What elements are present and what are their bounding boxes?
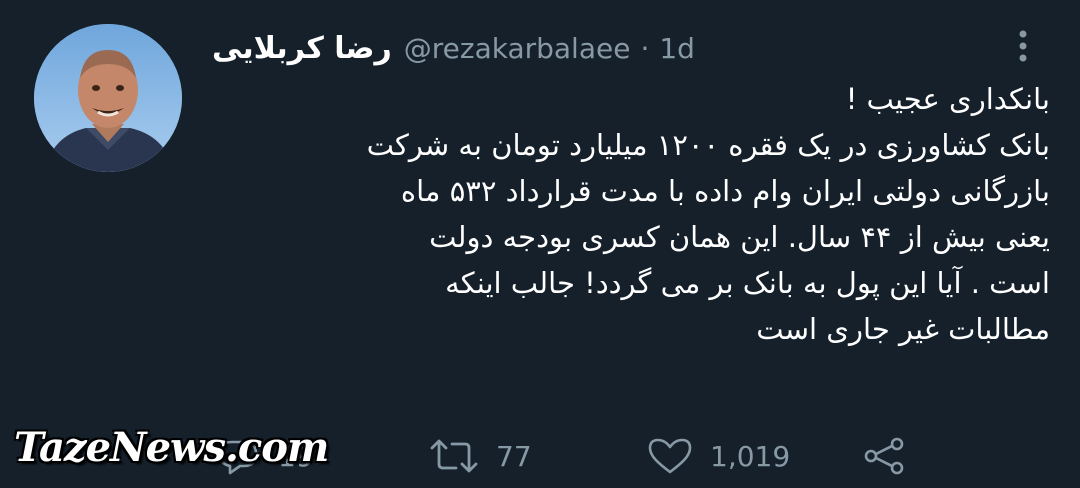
avatar[interactable] [34, 24, 182, 172]
tweet-text: بانکداری عجیب ! بانک کشاورزی در یک فقره … [250, 76, 1050, 352]
tweet-line: است . آیا این پول به بانک بر می گردد! جا… [445, 266, 1050, 300]
like-count: 1,019 [710, 439, 791, 473]
user-handle[interactable]: @rezakarbalaee [404, 32, 631, 65]
tweet-line: بانکداری عجیب ! [845, 82, 1050, 116]
tweet-card[interactable]: رضا کربلایی @rezakarbalaee · 1d بانکداری… [0, 0, 1080, 488]
avatar-photo [34, 24, 182, 172]
retweet-count: 77 [496, 439, 532, 473]
tweet-header: رضا کربلایی @rezakarbalaee · 1d [200, 26, 695, 70]
display-name[interactable]: رضا کربلایی [212, 31, 392, 66]
like-button[interactable]: 1,019 [646, 432, 790, 480]
share-icon [864, 437, 904, 475]
tweet-line: یعنی بیش از ۴۴ سال. این همان کسری بودجه … [429, 220, 1050, 254]
more-vertical-icon[interactable] [1008, 26, 1038, 66]
watermark-logo: TazeNews.com [14, 424, 329, 471]
heart-icon [648, 438, 692, 474]
retweet-icon [430, 439, 478, 473]
tweet-line: مطالبات غیر جاری است [756, 312, 1050, 346]
separator-dot: · [640, 31, 650, 65]
share-button[interactable] [860, 432, 908, 480]
timestamp[interactable]: 1d [659, 32, 695, 65]
retweet-button[interactable]: 77 [428, 432, 532, 480]
tweet-line: بانک کشاورزی در یک فقره ۱۲۰۰ میلیارد توم… [366, 128, 1050, 162]
tweet-line: بازرگانی دولتی ایران وام داده با مدت قرا… [400, 174, 1050, 208]
